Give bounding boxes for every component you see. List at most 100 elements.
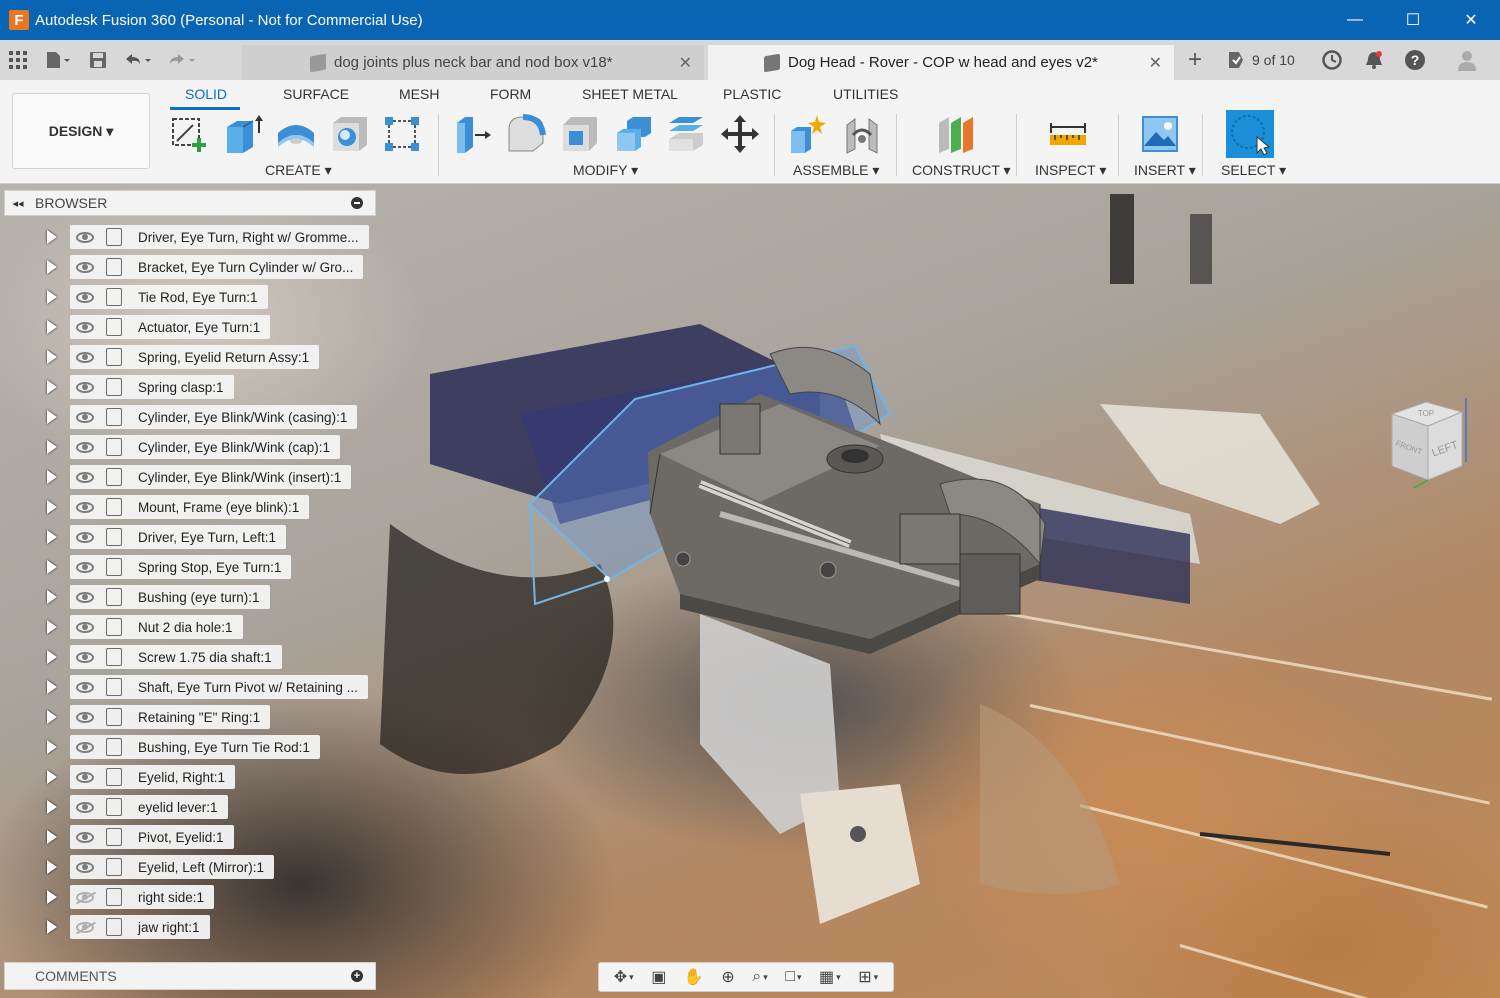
expand-arrow-icon[interactable] xyxy=(44,439,60,455)
browser-item[interactable]: Cylinder, Eye Blink/Wink (casing):1 xyxy=(44,402,358,432)
tab-close-icon[interactable]: ✕ xyxy=(679,53,692,73)
visibility-hidden-icon[interactable] xyxy=(76,921,94,933)
visibility-eye-icon[interactable] xyxy=(76,501,94,513)
visibility-eye-icon[interactable] xyxy=(76,681,94,693)
viewports-icon[interactable]: ⊞ ▾ xyxy=(858,967,878,987)
job-status[interactable]: 9 of 10 xyxy=(1226,40,1295,80)
expand-arrow-icon[interactable] xyxy=(44,769,60,785)
inspect-menu[interactable]: INSPECT ▾ xyxy=(1035,162,1106,179)
comments-panel-header[interactable]: COMMENTS + xyxy=(4,962,376,990)
revolve-icon[interactable] xyxy=(274,112,318,156)
tab-close-icon[interactable]: ✕ xyxy=(1149,53,1162,73)
browser-item-body[interactable]: Cylinder, Eye Blink/Wink (casing):1 xyxy=(70,405,358,429)
browser-collapse-icon[interactable]: ◂◂ xyxy=(5,197,31,210)
expand-arrow-icon[interactable] xyxy=(44,889,60,905)
expand-arrow-icon[interactable] xyxy=(44,589,60,605)
visibility-eye-icon[interactable] xyxy=(76,621,94,633)
visibility-eye-icon[interactable] xyxy=(76,291,94,303)
fillet-icon[interactable] xyxy=(504,112,548,156)
browser-item-body[interactable]: Bushing (eye turn):1 xyxy=(70,585,270,609)
browser-item[interactable]: Bracket, Eye Turn Cylinder w/ Gro... xyxy=(44,252,364,282)
browser-item-body[interactable]: Retaining "E" Ring:1 xyxy=(70,705,271,729)
select-menu[interactable]: SELECT ▾ xyxy=(1221,162,1286,179)
browser-item[interactable]: Bushing (eye turn):1 xyxy=(44,582,270,612)
insert-canvas-icon[interactable] xyxy=(1138,112,1182,156)
browser-item-body[interactable]: Bracket, Eye Turn Cylinder w/ Gro... xyxy=(70,255,364,279)
add-comment-icon[interactable]: + xyxy=(351,970,363,982)
visibility-eye-icon[interactable] xyxy=(76,831,94,843)
visibility-eye-icon[interactable] xyxy=(76,531,94,543)
expand-arrow-icon[interactable] xyxy=(44,469,60,485)
browser-item-body[interactable]: Driver, Eye Turn, Left:1 xyxy=(70,525,287,549)
browser-panel-header[interactable]: ◂◂ BROWSER xyxy=(4,190,376,216)
tab-surface[interactable]: SURFACE xyxy=(283,86,349,102)
tab-utilities[interactable]: UTILITIES xyxy=(833,86,898,102)
fit-icon[interactable]: ⌕ ▾ xyxy=(752,968,768,986)
browser-item[interactable]: Spring Stop, Eye Turn:1 xyxy=(44,552,292,582)
move-copy-icon[interactable] xyxy=(718,112,762,156)
browser-item-body[interactable]: Nut 2 dia hole:1 xyxy=(70,615,243,639)
maximize-button[interactable]: ☐ xyxy=(1384,0,1442,40)
expand-arrow-icon[interactable] xyxy=(44,319,60,335)
workspace-switcher[interactable]: DESIGN ▾ xyxy=(12,93,150,169)
expand-arrow-icon[interactable] xyxy=(44,379,60,395)
browser-item[interactable]: Pivot, Eyelid:1 xyxy=(44,822,234,852)
expand-arrow-icon[interactable] xyxy=(44,259,60,275)
browser-item-body[interactable]: jaw right:1 xyxy=(70,915,210,939)
orbit-icon[interactable]: ✥ ▾ xyxy=(614,967,634,987)
browser-item[interactable]: Driver, Eye Turn, Left:1 xyxy=(44,522,287,552)
expand-arrow-icon[interactable] xyxy=(44,859,60,875)
browser-item-body[interactable]: Eyelid, Right:1 xyxy=(70,765,236,789)
browser-item[interactable]: Shaft, Eye Turn Pivot w/ Retaining ... xyxy=(44,672,368,702)
notifications-icon[interactable] xyxy=(1364,40,1384,80)
expand-arrow-icon[interactable] xyxy=(44,709,60,725)
browser-item[interactable]: Nut 2 dia hole:1 xyxy=(44,612,243,642)
browser-item-body[interactable]: Tie Rod, Eye Turn:1 xyxy=(70,285,268,309)
tab-mesh[interactable]: MESH xyxy=(399,86,439,102)
look-at-icon[interactable]: ▣ xyxy=(651,967,666,987)
visibility-eye-icon[interactable] xyxy=(76,411,94,423)
save-icon[interactable] xyxy=(80,40,116,80)
zoom-icon[interactable]: ⊕ xyxy=(721,967,734,987)
visibility-eye-icon[interactable] xyxy=(76,381,94,393)
browser-item[interactable]: jaw right:1 xyxy=(44,912,210,942)
browser-item[interactable]: Cylinder, Eye Blink/Wink (insert):1 xyxy=(44,462,352,492)
browser-item[interactable]: Driver, Eye Turn, Right w/ Gromme... xyxy=(44,222,369,252)
browser-item[interactable]: Spring clasp:1 xyxy=(44,372,234,402)
browser-item-body[interactable]: Spring, Eyelid Return Assy:1 xyxy=(70,345,320,369)
visibility-eye-icon[interactable] xyxy=(76,321,94,333)
browser-item-body[interactable]: Cylinder, Eye Blink/Wink (insert):1 xyxy=(70,465,352,489)
display-settings-icon[interactable]: □ ▾ xyxy=(785,968,801,986)
hole-icon[interactable] xyxy=(328,112,372,156)
browser-item[interactable]: Retaining "E" Ring:1 xyxy=(44,702,271,732)
undo-icon[interactable] xyxy=(116,40,160,80)
visibility-eye-icon[interactable] xyxy=(76,651,94,663)
offset-face-icon[interactable] xyxy=(664,112,708,156)
tab-solid[interactable]: SOLID xyxy=(185,86,227,102)
browser-item[interactable]: Tie Rod, Eye Turn:1 xyxy=(44,282,268,312)
grid-settings-icon[interactable]: ▦ ▾ xyxy=(819,967,841,987)
expand-arrow-icon[interactable] xyxy=(44,829,60,845)
expand-arrow-icon[interactable] xyxy=(44,529,60,545)
browser-item-body[interactable]: Shaft, Eye Turn Pivot w/ Retaining ... xyxy=(70,675,368,699)
visibility-eye-icon[interactable] xyxy=(76,741,94,753)
browser-item-body[interactable]: Mount, Frame (eye blink):1 xyxy=(70,495,310,519)
visibility-eye-icon[interactable] xyxy=(76,471,94,483)
visibility-eye-icon[interactable] xyxy=(76,561,94,573)
browser-item-body[interactable]: right side:1 xyxy=(70,885,215,909)
create-menu[interactable]: CREATE ▾ xyxy=(265,162,332,179)
visibility-eye-icon[interactable] xyxy=(76,591,94,603)
minimize-button[interactable]: — xyxy=(1326,0,1384,40)
measure-icon[interactable] xyxy=(1046,112,1090,156)
offset-plane-icon[interactable] xyxy=(934,112,978,156)
clock-icon[interactable] xyxy=(1322,40,1342,80)
visibility-eye-icon[interactable] xyxy=(76,231,94,243)
close-button[interactable]: ✕ xyxy=(1442,0,1500,40)
press-pull-icon[interactable] xyxy=(450,112,494,156)
browser-item[interactable]: Spring, Eyelid Return Assy:1 xyxy=(44,342,320,372)
tab-form[interactable]: FORM xyxy=(490,86,531,102)
browser-item[interactable]: Screw 1.75 dia shaft:1 xyxy=(44,642,282,672)
expand-arrow-icon[interactable] xyxy=(44,739,60,755)
browser-item-body[interactable]: Spring Stop, Eye Turn:1 xyxy=(70,555,292,579)
visibility-eye-icon[interactable] xyxy=(76,351,94,363)
